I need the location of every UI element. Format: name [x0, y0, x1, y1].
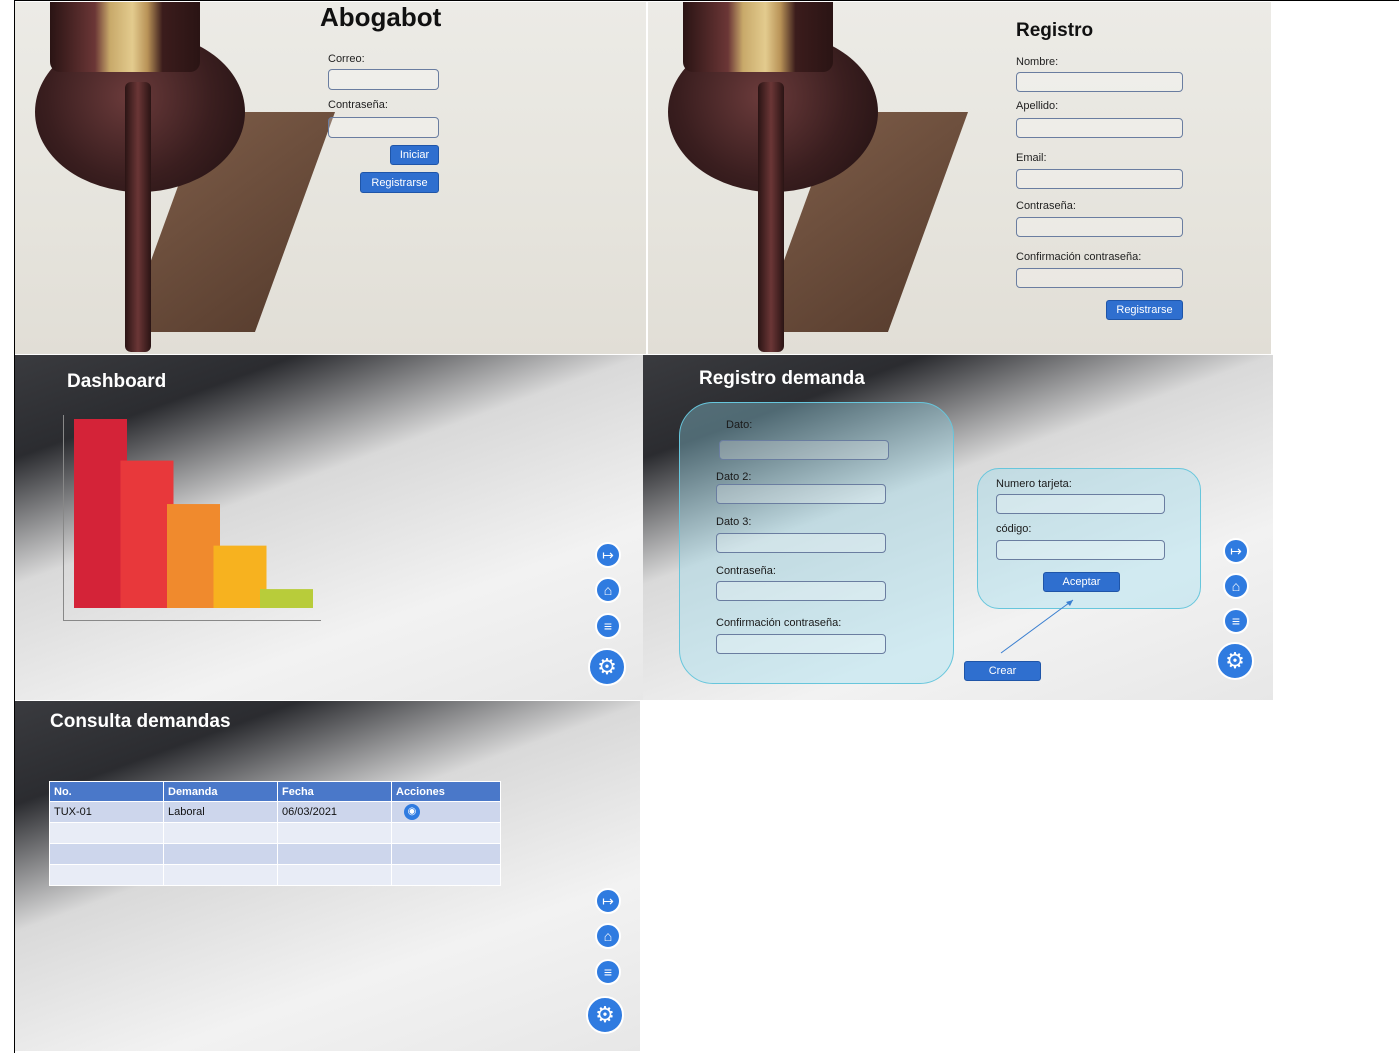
email-field[interactable] [328, 69, 439, 90]
column-header: No. [49, 781, 164, 802]
register-screen: Registro Nombre: Apellido: Email: Contra… [648, 2, 1271, 354]
register-button[interactable]: Registrarse [1106, 300, 1183, 320]
dato3-field[interactable] [716, 533, 886, 553]
field-label: Confirmación contraseña: [716, 617, 842, 629]
column-header: Fecha [277, 781, 392, 802]
table-row [49, 822, 501, 844]
gavel-handle [125, 82, 151, 352]
page-title: Abogabot [320, 2, 442, 32]
field-label: Contraseña: [716, 565, 776, 577]
gavel-head [50, 2, 200, 72]
login-screen: Abogabot Correo: Contraseña: Iniciar Reg… [15, 2, 646, 354]
field-label: Confirmación contraseña: [1016, 251, 1142, 263]
field-label: Nombre: [1016, 56, 1059, 68]
gear-icon[interactable]: ⚙ [1216, 642, 1254, 680]
table-cell [391, 843, 501, 865]
chart-bar [74, 419, 127, 608]
gavel-head [683, 2, 833, 72]
table-cell [277, 843, 392, 865]
dato2-field[interactable] [716, 484, 886, 504]
actions-cell: ◉ [391, 801, 501, 823]
page-title: Consulta demandas [50, 711, 231, 732]
page-title: Registro [1016, 20, 1094, 41]
table-cell [163, 843, 278, 865]
field-label: Email: [1016, 152, 1047, 164]
confirm-password-field[interactable] [716, 634, 886, 654]
table-cell [49, 822, 164, 844]
list-icon[interactable]: ≡ [595, 959, 621, 985]
dato-field[interactable] [719, 440, 889, 460]
home-icon[interactable]: ⌂ [595, 923, 621, 949]
gear-icon[interactable]: ⚙ [588, 648, 626, 686]
column-header: Demanda [163, 781, 278, 802]
field-label: Dato 2: [716, 471, 752, 483]
dashboard-screen: Dashboard ↦ ⌂ ≡ ⚙ [15, 355, 643, 700]
claims-table: No. Demanda Fecha Acciones TUX-01 Labora… [49, 781, 501, 886]
table-cell [277, 822, 392, 844]
table-cell: Laboral [163, 801, 278, 823]
column-header: Acciones [391, 781, 501, 802]
table-cell [277, 864, 392, 886]
bar-chart [74, 419, 313, 608]
table-cell [49, 843, 164, 865]
gavel-handle [758, 82, 784, 352]
password-field[interactable] [716, 581, 886, 601]
accept-button[interactable]: Aceptar [1043, 572, 1120, 592]
logout-icon[interactable]: ↦ [595, 542, 621, 568]
list-icon[interactable]: ≡ [595, 613, 621, 639]
table-cell [391, 822, 501, 844]
create-button[interactable]: Crear [964, 661, 1041, 681]
password-label: Contraseña: [328, 99, 388, 111]
claims-list-screen: Consulta demandas No. Demanda Fecha Acci… [15, 701, 640, 1051]
table-row [49, 843, 501, 865]
field-label: Numero tarjeta: [996, 478, 1072, 490]
register-button[interactable]: Registrarse [360, 172, 439, 193]
chart-bar [120, 460, 174, 608]
field-label: Dato: [726, 419, 753, 431]
chart-bar [260, 589, 313, 608]
card-number-field[interactable] [996, 494, 1165, 514]
home-icon[interactable]: ⌂ [1223, 573, 1249, 599]
table-cell [391, 864, 501, 886]
password-field[interactable] [1016, 217, 1183, 237]
chart-bar [213, 545, 267, 608]
field-label: Contraseña: [1016, 200, 1076, 212]
logout-icon[interactable]: ↦ [595, 888, 621, 914]
chart-bar [167, 504, 220, 608]
table-cell [163, 864, 278, 886]
claim-register-screen: Registro demanda Dato: Dato 2: Dato 3: C… [643, 355, 1273, 700]
table-cell [49, 864, 164, 886]
email-label: Correo: [328, 53, 365, 65]
logout-icon[interactable]: ↦ [1223, 538, 1249, 564]
table-cell: 06/03/2021 [277, 801, 392, 823]
eye-icon[interactable]: ◉ [404, 804, 420, 820]
chart-area [63, 415, 321, 621]
field-label: Dato 3: [716, 516, 752, 528]
name-field[interactable] [1016, 72, 1183, 92]
table-row: TUX-01 Laboral 06/03/2021 ◉ [49, 801, 501, 823]
password-field[interactable] [328, 117, 439, 138]
login-button[interactable]: Iniciar [390, 145, 439, 165]
code-field[interactable] [996, 540, 1165, 560]
email-field[interactable] [1016, 169, 1183, 189]
lastname-field[interactable] [1016, 118, 1183, 138]
confirm-password-field[interactable] [1016, 268, 1183, 288]
page-title: Dashboard [67, 371, 167, 392]
field-label: Apellido: [1016, 100, 1059, 112]
table-cell [163, 822, 278, 844]
table-cell: TUX-01 [49, 801, 164, 823]
field-label: código: [996, 523, 1032, 535]
table-row [49, 864, 501, 886]
gear-icon[interactable]: ⚙ [586, 996, 624, 1034]
page-title: Registro demanda [699, 368, 865, 389]
home-icon[interactable]: ⌂ [595, 577, 621, 603]
list-icon[interactable]: ≡ [1223, 608, 1249, 634]
